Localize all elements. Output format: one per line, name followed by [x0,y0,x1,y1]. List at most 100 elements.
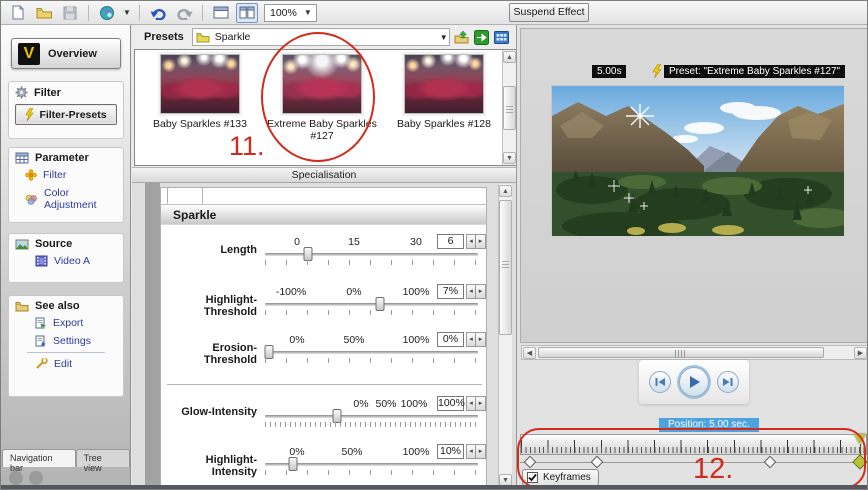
undo-button[interactable] [147,3,169,23]
slider-ticks [265,310,478,315]
nav-dot-button[interactable] [9,471,23,485]
tab-navigation-bar[interactable]: Navigation bar [2,449,76,467]
folder-up-button[interactable] [453,28,470,46]
sidebar-item-label: Settings [53,335,91,347]
spinner-buttons[interactable]: ◂▸ [466,284,486,299]
scroll-right-icon[interactable]: ▶ [854,347,867,359]
sidebar-item-label: Filter [43,169,66,181]
keyframe-diamond[interactable] [590,456,603,469]
scale-tick-label: 50% [375,398,396,410]
keyframes-toggle[interactable]: Keyframes [522,469,599,486]
tab-tree-view[interactable]: Tree view [76,449,130,467]
sidebar-item-settings[interactable]: Settings [9,332,123,350]
previous-frame-button[interactable] [649,371,671,393]
dropdown-caret-icon: ▼ [439,33,449,42]
scroll-down-icon[interactable]: ▼ [503,152,516,164]
slider-track[interactable] [265,303,478,306]
scale-tick-label: 0 [294,236,300,248]
preset-item[interactable]: Baby Sparkles #128 [385,54,503,130]
filter-section-header: Filter [9,82,123,101]
zoom-select[interactable]: 100% ▼ [264,4,317,22]
suspend-effect-button[interactable]: Suspend Effect [509,3,589,22]
preset-name: Baby Sparkles #128 [385,118,503,130]
scroll-up-icon[interactable]: ▲ [499,185,512,197]
slider-value-input[interactable]: 0% [437,332,464,347]
slider-value-input[interactable]: 100% [437,396,464,411]
keyframe-diamond[interactable] [764,456,777,469]
sidebar-item-color-adjustment[interactable]: Color Adjustment [9,184,123,214]
folder-up-icon [454,31,469,44]
open-file-button[interactable] [33,3,55,23]
playhead-marker[interactable] [854,434,866,444]
slider-thumb[interactable] [265,345,274,359]
effect-menu-caret[interactable]: ▼ [122,8,132,17]
effect-menu-button[interactable] [96,3,118,23]
nav-dot-button[interactable] [29,471,43,485]
play-button[interactable] [679,367,709,397]
scale-tick-label: 100% [403,334,430,346]
lightning-icon [652,64,662,78]
slider-thumb[interactable] [303,247,312,261]
preset-item-selected[interactable]: Extreme Baby Sparkles #127 [263,54,381,142]
filter-presets-button[interactable]: Filter-Presets [15,104,117,125]
scrollbar-thumb[interactable] [503,86,516,130]
slider-ticks [265,422,478,427]
slider-thumb[interactable] [288,457,297,471]
slider-track[interactable] [265,415,478,418]
preset-folder-dropdown[interactable]: Sparkle ▼ [192,28,450,46]
sidebar-item-export[interactable]: Export [9,314,123,332]
effect-card-tab[interactable] [167,187,203,204]
slider-value-input[interactable]: 10% [437,444,464,459]
slider-value-input[interactable]: 6 [437,234,464,249]
scrollbar-thumb[interactable] [499,200,512,335]
scroll-up-icon[interactable]: ▲ [503,51,516,63]
image-icon [15,239,29,250]
preset-name: Extreme Baby Sparkles #127 [263,118,381,142]
spinner-buttons[interactable]: ◂▸ [466,332,486,347]
slider-thumb[interactable] [376,297,385,311]
source-section-header: Source [9,234,123,252]
slider-label: Highlight-Intensity [161,454,257,478]
sidebar-item-filter[interactable]: Filter [9,166,123,184]
overview-button[interactable]: V Overview [11,38,121,69]
sidebar-item-video-a[interactable]: Video A [9,252,123,270]
redo-button[interactable] [173,3,195,23]
video-preview-area: 5.00s Preset: "Extreme Baby Sparkles #12… [520,28,868,343]
spinner-buttons[interactable]: ◂▸ [466,234,486,249]
save-button[interactable] [59,3,81,23]
preset-list-scrollbar[interactable]: ▲ ▼ [502,50,516,165]
scroll-left-icon[interactable]: ◀ [523,347,536,359]
sidebar-item-edit[interactable]: Edit [9,355,123,373]
film-icon [35,255,48,267]
scale-tick-label: 50% [341,446,362,458]
parameter-section: Parameter Filter Color Adjustment [8,147,124,223]
layout-single-button[interactable] [210,3,232,23]
preset-thumbnail[interactable] [282,54,362,114]
see-also-header-label: See also [35,300,80,312]
parameter-scrollbar[interactable]: ▲ ▼ [498,184,512,487]
preset-item[interactable]: Baby Sparkles #133 [141,54,259,130]
timeline-ruler[interactable] [520,434,867,455]
preset-thumbnail[interactable] [404,54,484,114]
preview-horizontal-scrollbar[interactable]: ◀ ▶ [521,345,868,360]
slider-track[interactable] [265,253,478,256]
see-also-section-header: See also [9,296,123,314]
apply-preset-button[interactable] [473,28,490,46]
new-file-icon [11,5,25,20]
scrollbar-thumb[interactable] [538,347,824,358]
slider-thumb[interactable] [333,409,342,423]
keyframe-diamond-active[interactable] [852,454,868,470]
keyframe-diamond[interactable] [524,456,537,469]
preset-thumbnail[interactable] [160,54,240,114]
next-frame-button[interactable] [717,371,739,393]
spinner-buttons[interactable]: ◂▸ [466,444,486,459]
layout-split-button[interactable] [236,3,258,23]
keyframes-checkbox[interactable] [527,472,538,483]
spinner-buttons[interactable]: ◂▸ [466,396,486,411]
view-mode-button[interactable] [493,28,510,46]
slider-track[interactable] [265,463,478,466]
slider-track[interactable] [265,351,478,354]
app-window: ▼ 100% ▼ Suspend Effect V Overview Filte… [0,0,868,490]
slider-value-input[interactable]: 7% [437,284,464,299]
new-file-button[interactable] [7,3,29,23]
